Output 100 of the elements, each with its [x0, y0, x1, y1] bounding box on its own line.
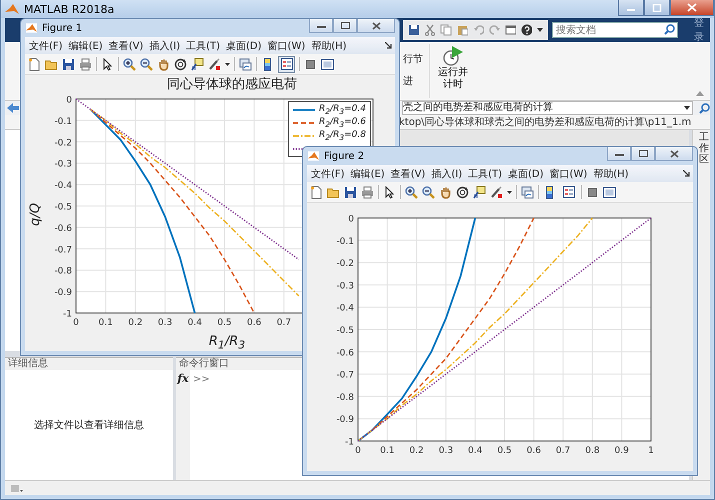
pointer-icon[interactable] [101, 58, 114, 70]
paste-icon[interactable] [456, 24, 468, 36]
square-icon[interactable] [586, 186, 599, 198]
caret-icon[interactable] [684, 106, 690, 110]
run-and-time-button[interactable]: 运行并 计时 [436, 42, 470, 94]
maximize-button[interactable] [644, 0, 670, 16]
menu-item[interactable]: 编辑(E) [350, 166, 385, 180]
menu-item[interactable]: 查看(V) [108, 38, 144, 52]
dock-arrow-icon[interactable] [683, 170, 690, 177]
sign-in-link[interactable]: 登录 [694, 16, 710, 44]
menu-item[interactable]: 窗口(W) [550, 166, 588, 180]
stopwatch-play-icon [442, 45, 464, 67]
data-cursor-icon[interactable] [473, 186, 486, 198]
help-icon[interactable] [521, 24, 532, 36]
zoom-out-icon[interactable] [422, 186, 435, 198]
colorbar-icon[interactable] [261, 58, 274, 70]
menu-item[interactable]: 桌面(D) [226, 38, 262, 52]
function-hint[interactable]: fx [177, 372, 189, 385]
tick-label: -0.2 [336, 259, 354, 270]
maximize-button[interactable] [333, 19, 357, 33]
back-arrow-icon[interactable] [7, 103, 19, 113]
menu-item[interactable]: 帮助(H) [311, 38, 347, 52]
search-field[interactable]: 搜索文档 [552, 22, 678, 38]
zoom-out-icon[interactable] [140, 58, 153, 70]
tick-label: 0.7 [276, 318, 292, 328]
menu-item[interactable]: 插入(I) [149, 38, 180, 52]
search-icon[interactable] [699, 102, 710, 114]
toolstrip-label[interactable]: 进 [403, 74, 423, 88]
tick-label: -0.3 [54, 160, 72, 170]
hand-icon[interactable] [439, 186, 452, 198]
window-icon[interactable] [321, 58, 334, 70]
plot-link-icon[interactable] [239, 58, 252, 70]
pointer-icon[interactable] [383, 186, 396, 198]
minimize-button[interactable] [607, 147, 631, 161]
menu-item[interactable]: 插入(I) [431, 166, 462, 180]
data-cursor-icon[interactable] [191, 58, 204, 70]
cut-icon[interactable] [424, 24, 436, 36]
collapse-icon[interactable] [696, 91, 704, 96]
save-icon[interactable] [62, 58, 75, 70]
tick-label: 0.1 [98, 318, 113, 328]
search-icon [664, 24, 675, 35]
square-icon[interactable] [304, 58, 317, 70]
minimize-button[interactable] [309, 19, 333, 33]
workspace-tab[interactable]: 工作区 [699, 132, 709, 166]
toolstrip-label[interactable]: 行节 [403, 52, 423, 66]
plot-link-icon[interactable] [521, 186, 534, 198]
printer-icon[interactable] [79, 58, 92, 70]
legend-button[interactable] [560, 184, 577, 200]
x-axis-label: R$_{1}$/R$_{3}$ [208, 334, 246, 352]
zoom-in-icon[interactable] [123, 58, 136, 70]
zoom-in-icon[interactable] [405, 186, 418, 198]
close-button[interactable] [357, 19, 395, 33]
folder-icon[interactable] [327, 186, 340, 198]
tick-label: 0.4 [468, 446, 482, 456]
save-icon[interactable] [408, 24, 420, 36]
grip-icon[interactable] [11, 484, 23, 492]
caret-icon[interactable] [537, 28, 543, 32]
tick-label: 0.5 [497, 446, 512, 456]
brush-icon[interactable] [490, 186, 503, 198]
menu-item[interactable]: 工具(T) [186, 38, 220, 52]
tick-label: 0.9 [614, 446, 629, 456]
close-icon [670, 150, 678, 158]
menu-item[interactable]: 编辑(E) [68, 38, 103, 52]
folder-icon[interactable] [45, 58, 58, 70]
menu-item[interactable]: 文件(F) [311, 166, 345, 180]
printer-icon[interactable] [361, 186, 374, 198]
window-title: Figure 1 [42, 22, 82, 34]
menu-item[interactable]: 窗口(W) [268, 38, 306, 52]
save-icon[interactable] [344, 186, 357, 198]
close-button[interactable] [670, 0, 714, 16]
window-icon[interactable] [603, 186, 616, 198]
tick-label: 0.1 [380, 446, 394, 456]
window-icon[interactable] [505, 24, 516, 36]
copy-icon[interactable] [440, 24, 452, 36]
tick-label: -0.3 [336, 281, 354, 292]
tick-label: -0.6 [54, 224, 72, 234]
colorbar-icon[interactable] [543, 186, 556, 198]
tick-label: 0 [73, 318, 79, 328]
menu-item[interactable]: 文件(F) [29, 38, 63, 52]
close-button[interactable] [655, 147, 693, 161]
tick-label: 0.4 [188, 318, 202, 328]
legend-button[interactable] [278, 56, 295, 72]
chart-title: 同心导体球的感应电荷 [166, 76, 298, 94]
hand-icon[interactable] [157, 58, 170, 70]
legend-label: R$_{2}$/R$_{3}$=0.4 [319, 104, 366, 116]
tick-label: -0.6 [336, 348, 354, 358]
maximize-button[interactable] [631, 147, 655, 161]
menu-item[interactable]: 帮助(H) [593, 166, 629, 180]
brush-icon[interactable] [208, 58, 221, 70]
new-file-icon[interactable] [28, 58, 41, 70]
minimize-button[interactable] [618, 0, 644, 16]
dock-arrow-icon[interactable] [385, 42, 392, 49]
menu-item[interactable]: 桌面(D) [508, 166, 544, 180]
rotate-icon[interactable] [456, 186, 469, 198]
new-file-icon[interactable] [310, 186, 323, 198]
menu-item[interactable]: 查看(V) [390, 166, 426, 180]
menu-item[interactable]: 工具(T) [468, 166, 502, 180]
legend-label: R$_{2}$/R$_{3}$=0.6 [319, 116, 366, 128]
rotate-icon[interactable] [174, 58, 187, 70]
maximize-icon [652, 4, 662, 12]
